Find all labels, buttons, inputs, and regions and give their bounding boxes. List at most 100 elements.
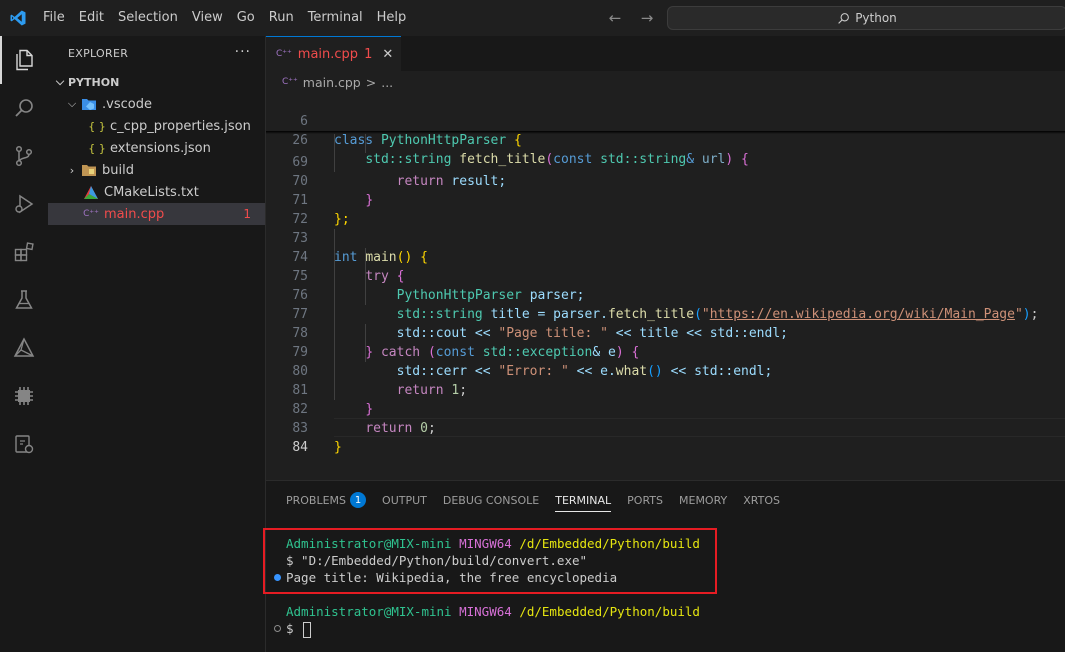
- cpp-file-icon: C⁺⁺: [83, 209, 99, 219]
- code-line: 82 return 0;: [266, 381, 1065, 436]
- tab-output[interactable]: OUTPUT: [374, 481, 435, 519]
- close-icon[interactable]: ✕: [382, 47, 393, 62]
- tab-label: MEMORY: [679, 493, 728, 507]
- code-line: 70 }: [266, 153, 1065, 208]
- chevron-right-icon: ›: [69, 163, 75, 177]
- activity-run-debug[interactable]: [0, 180, 48, 228]
- tab-label: XRTOS: [743, 493, 780, 507]
- code-line: 72: [266, 191, 1065, 227]
- chevron-down-icon: ⌵: [55, 75, 65, 88]
- tab-memory[interactable]: MEMORY: [671, 481, 735, 519]
- activity-cmake[interactable]: [0, 324, 48, 372]
- menu-edit[interactable]: Edit: [72, 0, 111, 36]
- menu-view[interactable]: View: [185, 0, 230, 36]
- tree-item-extensions-json[interactable]: { } extensions.json: [48, 137, 265, 159]
- tab-terminal[interactable]: TERMINAL: [547, 481, 619, 519]
- workspace-root-label: PYTHON: [68, 75, 120, 89]
- activity-chip[interactable]: [0, 372, 48, 420]
- tab-label: OUTPUT: [382, 493, 427, 507]
- json-file-icon: { }: [88, 119, 106, 133]
- tree-item-build[interactable]: › build: [48, 159, 265, 181]
- terminal-prompt-line: Administrator@MIX-mini MINGW64 /d/Embedd…: [286, 536, 700, 551]
- code-line: 69 return result;: [266, 134, 1065, 189]
- code-line: 78 } catch (const std::exception& e) {: [266, 305, 1065, 360]
- breadcrumb-separator: >: [365, 74, 377, 90]
- workspace-root[interactable]: ⌵ PYTHON: [48, 71, 265, 93]
- code-line: 74 try {: [266, 229, 1065, 284]
- forward-arrow-icon[interactable]: →: [638, 9, 656, 27]
- tab-ports[interactable]: PORTS: [619, 481, 671, 519]
- activity-testing[interactable]: [0, 276, 48, 324]
- command-center-search[interactable]: Python: [667, 6, 1065, 30]
- breadcrumb-more[interactable]: ...: [381, 75, 393, 90]
- code-line: 83 }: [266, 400, 1065, 455]
- code-line: 26 std::string fetch_title(const std::st…: [266, 112, 1065, 167]
- code-line: 71 };: [266, 172, 1065, 227]
- command-decoration-icon[interactable]: [274, 574, 281, 581]
- menu-terminal[interactable]: Terminal: [301, 0, 370, 36]
- code-line: 6 class PythonHttpParser {: [266, 93, 1065, 148]
- extensions-icon: [14, 242, 34, 262]
- tree-item-label: c_cpp_properties.json: [110, 118, 251, 134]
- code-line: 73 int main() {: [266, 210, 1065, 265]
- terminal-prompt-line: Administrator@MIX-mini MINGW64 /d/Embedd…: [286, 604, 700, 619]
- menu-bar: File Edit Selection View Go Run Terminal…: [36, 0, 413, 36]
- chip-icon: [15, 387, 33, 405]
- activity-remote-explorer[interactable]: [0, 420, 48, 468]
- command-decoration-icon[interactable]: [274, 625, 281, 632]
- terminal-input-line[interactable]: $: [286, 620, 312, 638]
- json-file-icon: { }: [88, 141, 106, 155]
- line-number: 84: [292, 440, 308, 455]
- bottom-panel: PROBLEMS 1 OUTPUT DEBUG CONSOLE TERMINAL…: [263, 480, 1065, 652]
- tab-main-cpp[interactable]: C⁺⁺ main.cpp 1 ✕: [266, 36, 402, 71]
- panel-tabs: PROBLEMS 1 OUTPUT DEBUG CONSOLE TERMINAL…: [266, 481, 1065, 519]
- navigation-arrows: ← →: [606, 0, 656, 36]
- tree-item-cmakelists[interactable]: CMakeLists.txt: [48, 181, 265, 203]
- more-actions-icon[interactable]: ···: [235, 44, 251, 60]
- menu-go[interactable]: Go: [230, 0, 262, 36]
- search-icon: [838, 12, 850, 24]
- search-icon: [15, 99, 33, 117]
- code-line: 84: [266, 419, 1065, 455]
- activity-bar: [0, 36, 48, 652]
- menu-selection[interactable]: Selection: [111, 0, 185, 36]
- cpp-file-icon: C⁺⁺: [276, 49, 292, 59]
- menu-file[interactable]: File: [36, 0, 72, 36]
- code-text: }: [334, 440, 342, 455]
- cmake-icon: [13, 337, 35, 357]
- title-bar: File Edit Selection View Go Run Terminal…: [0, 0, 1065, 36]
- testing-icon: [15, 290, 33, 309]
- code-editor[interactable]: 6 class PythonHttpParser { 26 std::strin…: [266, 93, 1065, 480]
- tree-item-label: .vscode: [102, 96, 152, 112]
- back-arrow-icon[interactable]: ←: [606, 9, 624, 27]
- tree-item-label: CMakeLists.txt: [104, 184, 199, 200]
- menu-help[interactable]: Help: [370, 0, 414, 36]
- cmake-file-icon: [82, 185, 100, 199]
- tree-item-c-cpp-properties[interactable]: { } c_cpp_properties.json: [48, 115, 265, 137]
- terminal-cursor: [303, 621, 312, 638]
- tree-item-vscode[interactable]: ⌵ .vscode: [48, 93, 265, 115]
- code-line: 81 }: [266, 362, 1065, 417]
- activity-explorer[interactable]: [0, 36, 48, 84]
- command-center-label: Python: [855, 11, 897, 25]
- tab-debug-console[interactable]: DEBUG CONSOLE: [435, 481, 547, 519]
- remote-explorer-icon: [15, 435, 34, 454]
- vscode-folder-icon: [80, 97, 98, 111]
- breadcrumb-file[interactable]: main.cpp: [303, 75, 361, 90]
- tab-problem-count: 1: [364, 46, 373, 62]
- activity-extensions[interactable]: [0, 228, 48, 276]
- code-line: 75 PythonHttpParser parser;: [266, 248, 1065, 303]
- activity-search[interactable]: [0, 84, 48, 132]
- code-line: 80 return 1;: [266, 343, 1065, 398]
- tab-label: main.cpp: [297, 46, 359, 62]
- vscode-logo-icon: [0, 0, 36, 36]
- menu-run[interactable]: Run: [262, 0, 301, 36]
- terminal-output[interactable]: Administrator@MIX-mini MINGW64 /d/Embedd…: [263, 519, 1065, 652]
- activity-source-control[interactable]: [0, 132, 48, 180]
- tab-label: PORTS: [627, 493, 663, 507]
- build-folder-icon: [80, 163, 98, 177]
- tab-problems[interactable]: PROBLEMS 1: [278, 481, 374, 519]
- tab-xrtos[interactable]: XRTOS: [735, 481, 788, 519]
- code-line: 77 std::cout << "Page title: " << title …: [266, 286, 1065, 341]
- tree-item-main-cpp[interactable]: C⁺⁺ main.cpp 1: [48, 203, 265, 225]
